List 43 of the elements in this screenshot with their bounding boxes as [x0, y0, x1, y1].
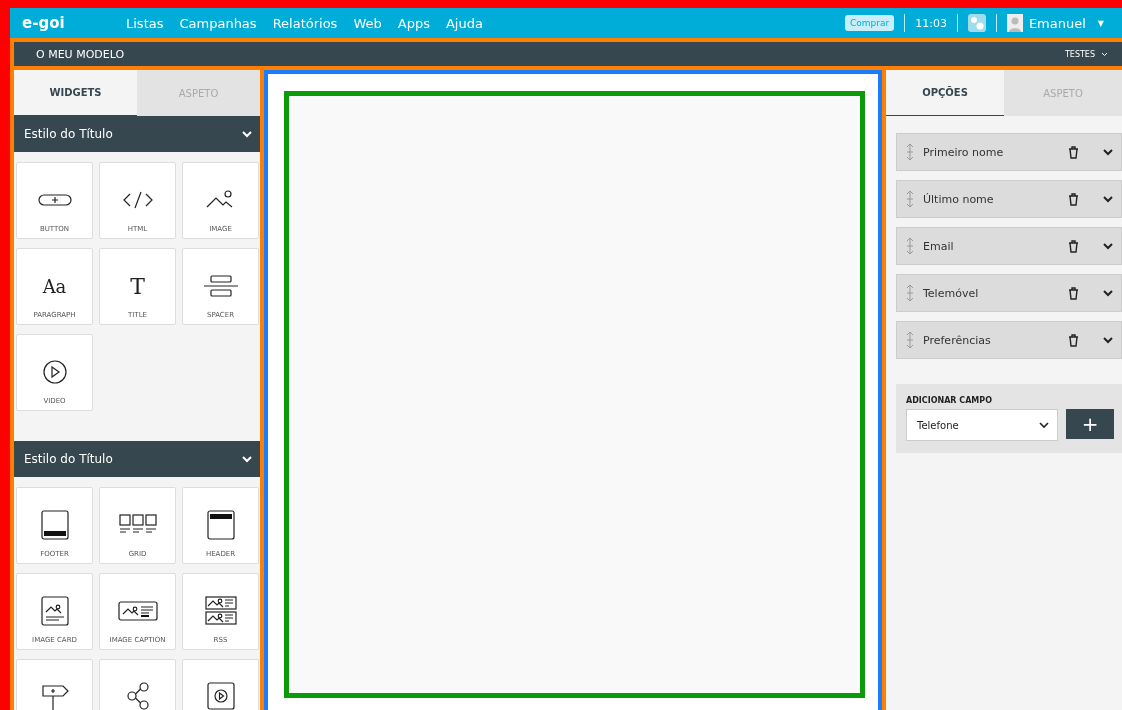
chevron-down-icon	[1103, 148, 1113, 156]
add-button[interactable]: +	[1066, 409, 1114, 439]
form-field-row[interactable]: Primeiro nome	[896, 133, 1122, 171]
clock-time: 11:03	[915, 16, 947, 30]
chevron-down-icon	[242, 130, 252, 138]
field-label: Primeiro nome	[923, 145, 1005, 159]
drag-handle-icon[interactable]	[905, 331, 915, 349]
font-icon: Aa	[42, 271, 67, 301]
form-field-row[interactable]: Email	[896, 227, 1122, 265]
avatar-icon	[1006, 14, 1023, 32]
drag-handle-icon[interactable]	[905, 190, 915, 208]
trash-icon[interactable]	[1068, 239, 1079, 253]
tests-menu[interactable]: TESTES	[1064, 49, 1108, 59]
trash-icon[interactable]	[1068, 333, 1079, 347]
field-label: Telemóvel	[923, 286, 980, 300]
trash-icon[interactable]	[1068, 286, 1079, 300]
drag-handle-icon[interactable]	[905, 237, 915, 255]
form-field-row[interactable]: Último nome	[896, 180, 1122, 218]
field-select[interactable]: Telefone	[906, 409, 1059, 441]
chevron-down-icon	[1103, 289, 1113, 297]
chevron-down-icon	[1101, 51, 1108, 57]
trash-icon[interactable]	[1068, 192, 1079, 206]
drag-handle-icon[interactable]	[905, 284, 915, 302]
section-header[interactable]: Estilo do Título	[14, 116, 260, 152]
apps-icon[interactable]	[967, 14, 986, 32]
template-title: O MEU MODELO	[36, 47, 125, 61]
chevron-down-icon	[1039, 421, 1050, 429]
field-label: Email	[923, 239, 955, 253]
section-header[interactable]: Estilo do Título	[14, 441, 260, 477]
add-field-title: ADICIONAR CAMPO	[906, 396, 993, 405]
field-label: Último nome	[923, 192, 995, 206]
form-field-row[interactable]: Telemóvel	[896, 274, 1122, 312]
chevron-down-icon	[242, 455, 252, 463]
form-field-row[interactable]: Preferências	[896, 321, 1122, 359]
field-label: Preferências	[923, 333, 992, 347]
section-title: Estilo do Título	[24, 127, 113, 141]
section-title: Estilo do Título	[24, 452, 113, 466]
title-icon: T	[130, 271, 145, 301]
chevron-down-icon	[1103, 195, 1113, 203]
drag-handle-icon[interactable]	[905, 143, 915, 161]
trash-icon[interactable]	[1068, 145, 1079, 159]
chevron-down-icon	[1103, 336, 1113, 344]
chevron-down-icon	[1103, 242, 1113, 250]
